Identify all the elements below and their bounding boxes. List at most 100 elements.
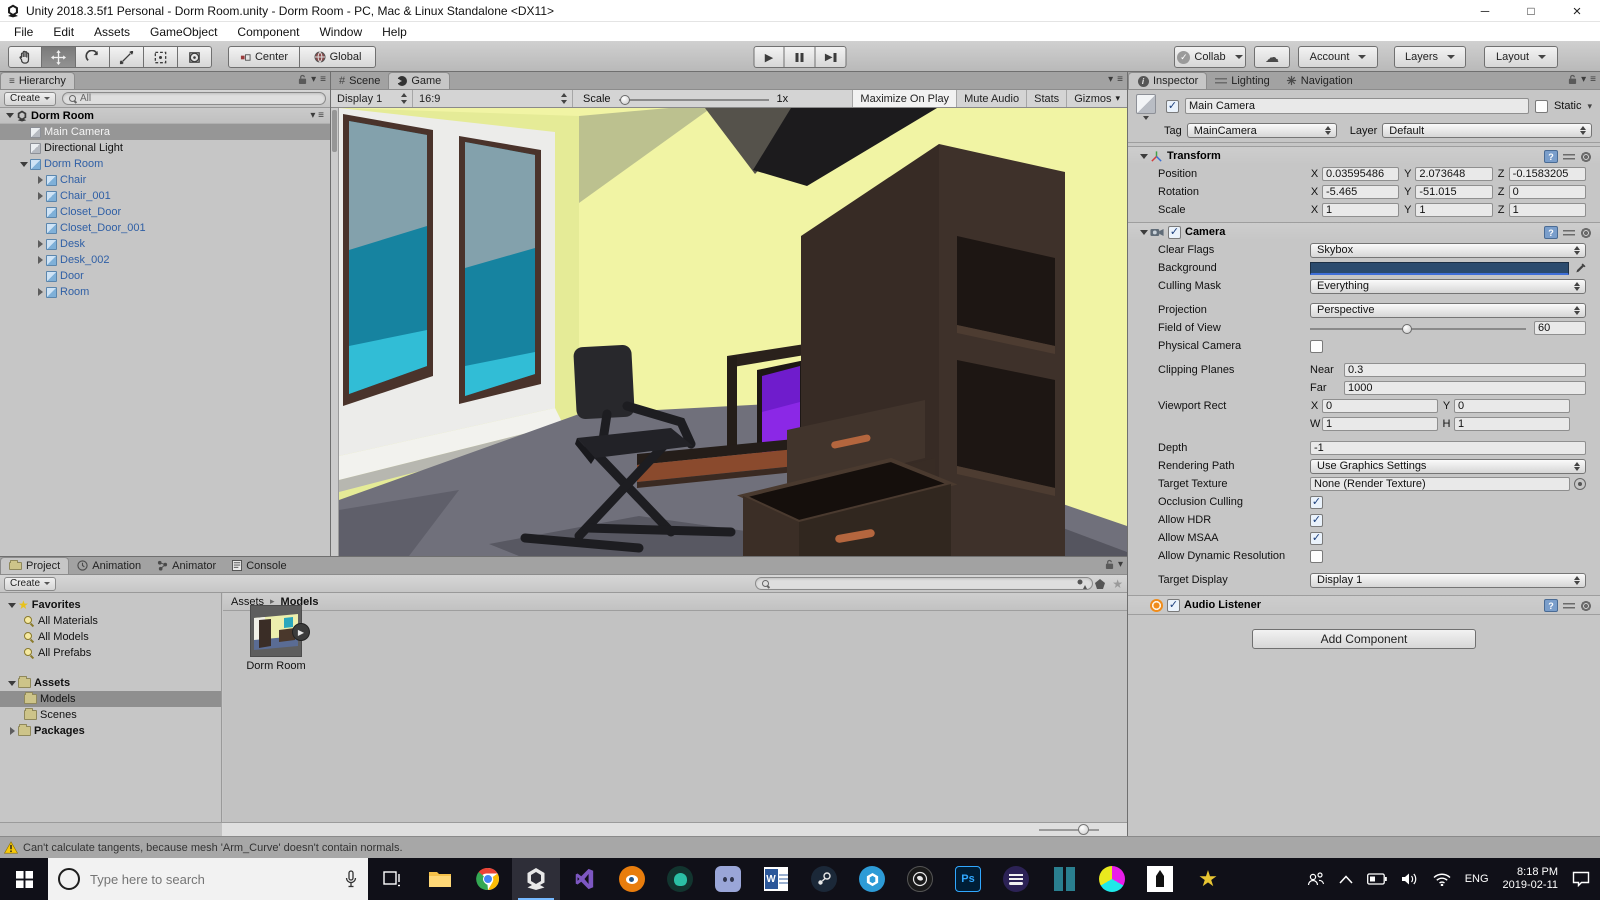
scale-slider[interactable] [618, 92, 769, 106]
step-button[interactable]: ▶ [815, 46, 847, 68]
camera-enabled-checkbox[interactable] [1168, 225, 1181, 239]
hierarchy-item-room[interactable]: Room [0, 284, 330, 300]
folder-models[interactable]: Models [0, 691, 221, 707]
mute-audio-toggle[interactable]: Mute Audio [956, 90, 1026, 107]
foldout-expanded[interactable] [18, 158, 30, 170]
taskbar-discord[interactable] [704, 858, 752, 900]
tab-navigation[interactable]: Navigation [1278, 72, 1361, 89]
taskbar-search[interactable] [48, 858, 368, 900]
folder-scenes[interactable]: Scenes [0, 707, 221, 723]
eyedropper-icon[interactable] [1575, 262, 1586, 274]
lock-icon[interactable] [1568, 74, 1577, 85]
hierarchy-item-closet-door[interactable]: Closet_Door [0, 204, 330, 220]
start-button[interactable] [0, 858, 48, 900]
taskbar-pen-app[interactable] [1136, 858, 1184, 900]
scale-y-field[interactable]: 1 [1415, 203, 1493, 217]
panel-menu-icon[interactable]: ≡ [1117, 74, 1123, 85]
physical-camera-checkbox[interactable] [1310, 339, 1323, 353]
near-field[interactable]: 0.3 [1344, 363, 1586, 377]
thumbnail-zoom-thumb[interactable] [1078, 824, 1089, 835]
tab-inspector[interactable]: i Inspector [1128, 72, 1208, 89]
allow-msaa-checkbox[interactable] [1310, 531, 1323, 545]
preset-icon[interactable] [1563, 227, 1575, 238]
taskbar-eclipse[interactable] [992, 858, 1040, 900]
pivot-toggle-button[interactable]: Center [228, 46, 300, 68]
favorite-all-prefabs[interactable]: All Prefabs [0, 645, 221, 661]
scale-z-field[interactable]: 1 [1508, 203, 1586, 217]
panel-dropdown-icon[interactable]: ▾ [311, 74, 316, 85]
preset-icon[interactable] [1563, 600, 1575, 611]
foldout-collapsed[interactable] [34, 286, 46, 298]
fov-field[interactable]: 60 [1534, 321, 1586, 335]
packages-section[interactable]: Packages [0, 723, 221, 739]
viewport-x-field[interactable]: 0 [1322, 399, 1438, 413]
taskbar-gitkraken[interactable] [656, 858, 704, 900]
taskbar-clock[interactable]: 8:18 PM 2019-02-11 [1503, 866, 1558, 892]
gear-icon[interactable] [1580, 599, 1592, 612]
taskbar-yinyang-app[interactable] [1088, 858, 1136, 900]
taskbar-photoshop[interactable]: Ps [944, 858, 992, 900]
transform-tool-button[interactable] [178, 46, 212, 68]
taskbar-star-app[interactable]: ★ [1184, 858, 1232, 900]
favorites-filter-icon[interactable]: ★ [1112, 578, 1123, 590]
hierarchy-item-main-camera[interactable]: Main Camera [0, 124, 330, 140]
taskbar-blender[interactable] [608, 858, 656, 900]
tab-lighting[interactable]: Lighting [1207, 72, 1278, 89]
allow-dynamic-resolution-checkbox[interactable] [1310, 549, 1323, 563]
add-component-button[interactable]: Add Component [1252, 629, 1476, 649]
assets-section[interactable]: Assets [0, 675, 221, 691]
aspect-dropdown[interactable]: 16:9 [413, 90, 573, 107]
task-view-button[interactable] [368, 858, 416, 900]
rendering-path-dropdown[interactable]: Use Graphics Settings [1310, 458, 1586, 474]
target-texture-field[interactable]: None (Render Texture) [1310, 477, 1570, 491]
active-checkbox[interactable] [1166, 99, 1179, 113]
account-dropdown[interactable]: Account [1298, 46, 1378, 68]
panel-menu-icon[interactable]: ≡ [320, 74, 326, 85]
object-picker-icon[interactable] [1574, 478, 1586, 490]
space-toggle-button[interactable]: Global [300, 46, 376, 68]
microphone-icon[interactable] [344, 870, 358, 888]
gameobject-big-icon[interactable] [1134, 94, 1160, 120]
scale-tool-button[interactable] [110, 46, 144, 68]
display-dropdown[interactable]: Display 1 [331, 90, 413, 107]
hierarchy-item-desk[interactable]: Desk [0, 236, 330, 252]
position-y-field[interactable]: 2.073648 [1415, 167, 1493, 181]
rotation-y-field[interactable]: -51.015 [1415, 185, 1493, 199]
taskbar-obs[interactable] [896, 858, 944, 900]
foldout-collapsed[interactable] [34, 174, 46, 186]
transform-component-header[interactable]: Transform ? [1128, 146, 1600, 165]
move-tool-button[interactable] [42, 46, 76, 68]
camera-component-header[interactable]: Camera ? [1128, 222, 1600, 241]
tab-project[interactable]: Project [0, 557, 70, 574]
preset-icon[interactable] [1563, 151, 1575, 162]
rect-tool-button[interactable] [144, 46, 178, 68]
taskbar-search-input[interactable] [90, 871, 334, 887]
search-by-label-icon[interactable] [1094, 578, 1106, 590]
scale-x-field[interactable]: 1 [1322, 203, 1400, 217]
rotation-x-field[interactable]: -5.465 [1322, 185, 1400, 199]
menu-component[interactable]: Component [227, 25, 309, 39]
tag-dropdown[interactable]: MainCamera [1186, 123, 1337, 138]
people-icon[interactable] [1307, 871, 1325, 887]
taskbar-visual-studio[interactable] [560, 858, 608, 900]
project-search-input[interactable] [755, 577, 1093, 590]
status-bar[interactable]: Can't calculate tangents, because mesh '… [0, 836, 1600, 858]
language-indicator[interactable]: ENG [1465, 873, 1489, 885]
clear-flags-dropdown[interactable]: Skybox [1310, 242, 1586, 258]
collab-dropdown[interactable]: ✓ Collab [1174, 46, 1246, 68]
scene-dropdown-icon[interactable]: ▾ [310, 110, 315, 121]
gameobject-name-field[interactable]: Main Camera [1185, 98, 1529, 114]
scene-foldout[interactable] [4, 110, 16, 122]
foldout-collapsed[interactable] [34, 238, 46, 250]
panel-menu-icon[interactable]: ≡ [1590, 74, 1596, 85]
menu-assets[interactable]: Assets [84, 25, 140, 39]
help-icon[interactable]: ? [1544, 599, 1558, 612]
scene-row[interactable]: Dorm Room ▾ ≡ [0, 108, 330, 124]
lock-icon[interactable] [1105, 559, 1114, 570]
hierarchy-item-desk-002[interactable]: Desk_002 [0, 252, 330, 268]
scene-menu-icon[interactable]: ≡ [318, 110, 324, 121]
hierarchy-item-dorm-room[interactable]: Dorm Room [0, 156, 330, 172]
search-by-type-icon[interactable] [1076, 578, 1088, 590]
maximize-button[interactable]: □ [1508, 0, 1554, 22]
layout-dropdown[interactable]: Layout [1484, 46, 1558, 68]
